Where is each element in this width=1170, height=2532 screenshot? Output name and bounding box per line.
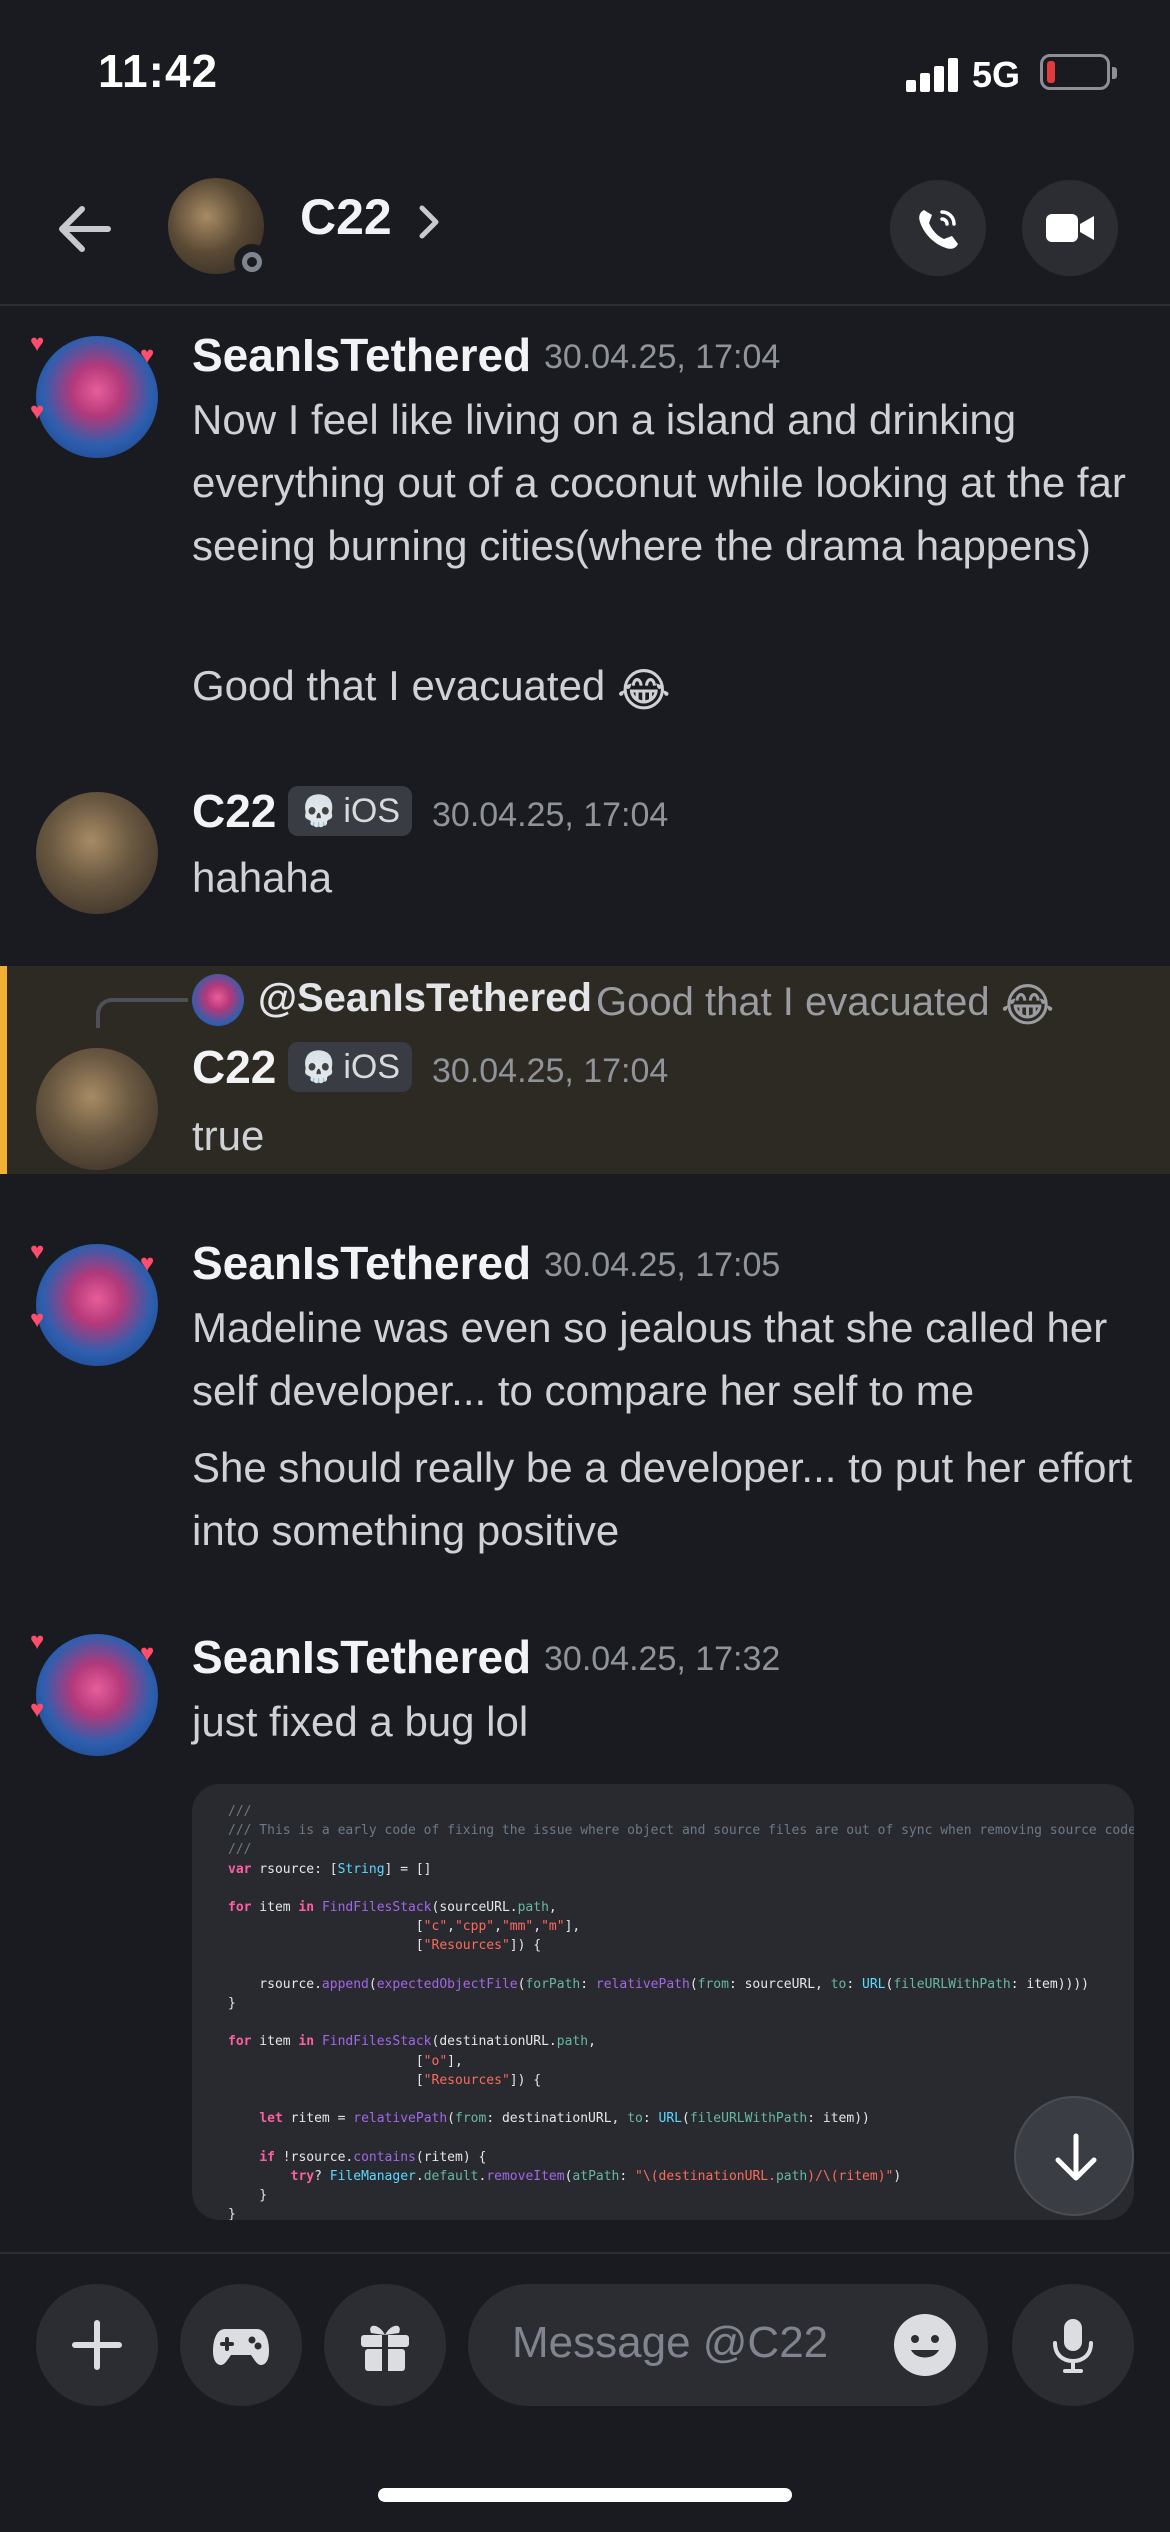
video-call-button[interactable] [1022,180,1118,276]
message-timestamp: 30.04.25, 17:04 [432,1052,669,1090]
message-text: hahaha [192,854,333,901]
message-text: Madeline was even so jealous that she ca… [192,1304,1108,1414]
message-author[interactable]: SeanIsTethered [192,1236,531,1290]
mention-highlight-bar [0,966,7,1174]
code-text: /// /// This is a early code of fixing t… [228,1804,1134,2220]
cellular-signal-icon [906,58,960,92]
header-avatar[interactable] [168,178,270,280]
microphone-icon [1053,2319,1093,2373]
skull-icon: 💀 [300,794,338,828]
message-input-placeholder: Message @C22 [512,2318,829,2367]
jump-to-bottom-button[interactable] [1014,2096,1134,2216]
reply-preview-text: Good that I evacuated [596,980,990,1024]
message-text: true [192,1112,265,1159]
phone-icon [919,210,958,249]
gift-icon [361,2325,409,2371]
code-screenshot-attachment[interactable]: /// /// This is a early code of fixing t… [192,1784,1134,2220]
ios-badge: 💀 iOS [288,1042,413,1092]
battery-icon [1040,54,1117,90]
gift-button[interactable] [324,2284,446,2406]
message-line: Good that I evacuated [192,662,606,709]
heart-decoration-icon: ♥ [140,1640,155,1667]
heart-eyes-decoration-icon: ♥ [30,330,45,357]
badge-label: iOS [343,791,401,830]
avatar[interactable] [36,1048,158,1170]
heart-eyes-decoration-icon: ♥ [30,1238,45,1265]
video-camera-icon [1046,214,1094,242]
message-author[interactable]: SeanIsTethered [192,1630,531,1684]
laughing-emoji: 😂 [1000,979,1055,1031]
plus-icon [72,2320,122,2370]
arrow-down-icon [1055,2133,1097,2181]
skull-icon: 💀 [300,1050,338,1084]
arrow-left-icon [59,206,111,252]
message-text: She should really be a developer... to p… [192,1444,1133,1554]
heart-decoration-icon: ♥ [140,1250,155,1277]
dm-screen: 11:42 5G C22 ♥ ♥ ♥ SeanIsTethered 30.04.… [0,0,1170,2532]
message-timestamp: 30.04.25, 17:05 [544,1246,781,1284]
reply-connector [96,998,188,1028]
ios-badge: 💀 iOS [288,786,413,836]
back-button[interactable] [50,194,120,264]
message-timestamp: 30.04.25, 17:04 [544,338,781,376]
reply-author[interactable]: @SeanIsTethered [258,976,592,1021]
heart-decoration-icon: ♥ [140,342,155,369]
channel-header: C22 [0,150,1170,306]
home-indicator[interactable] [378,2488,792,2502]
activities-button[interactable] [180,2284,302,2406]
add-attachment-button[interactable] [36,2284,158,2406]
heart-decoration-icon: ♥ [30,398,45,425]
network-type: 5G [972,54,1021,95]
status-bar: 11:42 5G [0,0,1170,150]
heart-decoration-icon: ♥ [30,1696,45,1723]
voice-call-button[interactable] [890,180,986,276]
heart-decoration-icon: ♥ [30,1306,45,1333]
avatar[interactable] [36,792,158,914]
status-time: 11:42 [98,45,219,97]
channel-title[interactable]: C22 [300,188,392,246]
message-text: Good that I evacuated 😂 [192,654,1142,722]
message-timestamp: 30.04.25, 17:32 [544,1640,781,1678]
heart-eyes-decoration-icon: ♥ [30,1628,45,1655]
message-input[interactable]: Message @C22 [468,2284,988,2406]
message-text: just fixed a bug lol [192,1698,529,1745]
reply-avatar [192,974,244,1026]
message-author[interactable]: C22 [192,784,276,838]
message-text: Now I feel like living on a island and d… [192,396,1126,569]
badge-label: iOS [343,1047,401,1086]
offline-status-icon [234,244,270,280]
laughing-emoji: 😂 [616,664,671,716]
voice-message-button[interactable] [1012,2284,1134,2406]
gamepad-icon [213,2329,269,2365]
reply-preview[interactable]: Good that I evacuated 😂 [596,978,1055,1032]
message-timestamp: 30.04.25, 17:04 [432,796,669,834]
chevron-right-icon[interactable] [414,202,444,242]
message-author[interactable]: C22 [192,1040,276,1094]
smiley-icon[interactable] [892,2312,958,2378]
message-author[interactable]: SeanIsTethered [192,328,531,382]
